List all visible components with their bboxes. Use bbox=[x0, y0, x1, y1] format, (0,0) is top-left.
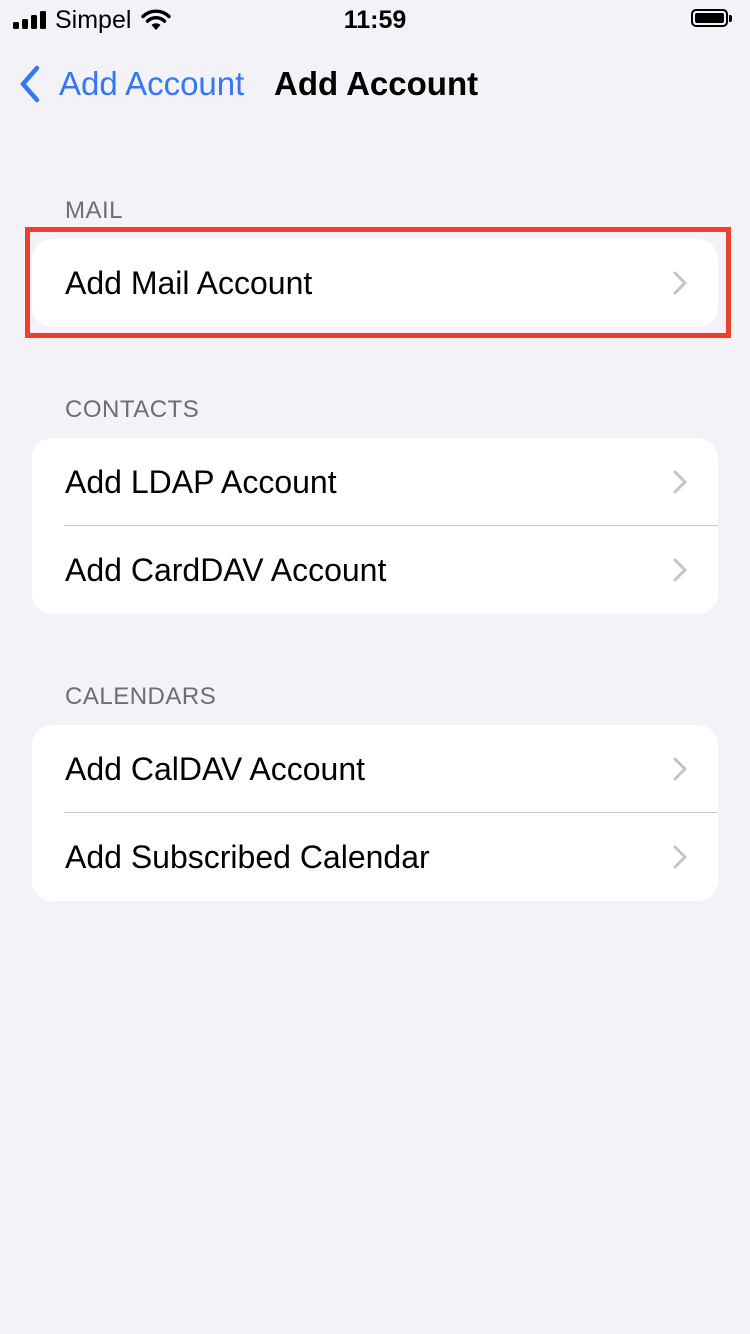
section-header-calendars: CALENDARS bbox=[65, 683, 217, 710]
mail-group: Add Mail Account bbox=[32, 239, 718, 327]
row-label: Add Mail Account bbox=[65, 265, 313, 301]
chevron-left-icon[interactable] bbox=[17, 64, 43, 104]
row-label: Add LDAP Account bbox=[65, 464, 337, 500]
status-bar: Simpel 11:59 bbox=[0, 0, 750, 40]
row-label: Add CardDAV Account bbox=[65, 552, 387, 588]
row-label: Add Subscribed Calendar bbox=[65, 839, 430, 875]
chevron-right-icon bbox=[673, 558, 687, 582]
battery-icon bbox=[691, 9, 733, 29]
add-carddav-account-row[interactable]: Add CardDAV Account bbox=[32, 526, 718, 614]
add-subscribed-calendar-row[interactable]: Add Subscribed Calendar bbox=[32, 813, 718, 901]
calendars-group: Add CalDAV Account Add Subscribed Calend… bbox=[32, 725, 718, 901]
add-mail-account-row[interactable]: Add Mail Account bbox=[32, 239, 718, 327]
section-header-contacts: CONTACTS bbox=[65, 396, 200, 423]
chevron-right-icon bbox=[673, 845, 687, 869]
row-label: Add CalDAV Account bbox=[65, 751, 366, 787]
add-caldav-account-row[interactable]: Add CalDAV Account bbox=[32, 725, 718, 813]
chevron-right-icon bbox=[673, 271, 687, 295]
navigation-bar: Add Account Add Account bbox=[0, 58, 750, 110]
chevron-right-icon bbox=[673, 470, 687, 494]
chevron-right-icon bbox=[673, 757, 687, 781]
page-title: Add Account bbox=[274, 65, 479, 102]
back-button[interactable]: Add Account bbox=[59, 66, 244, 102]
contacts-group: Add LDAP Account Add CardDAV Account bbox=[32, 438, 718, 614]
section-header-mail: MAIL bbox=[65, 197, 124, 224]
status-time: 11:59 bbox=[343, 6, 407, 34]
add-ldap-account-row[interactable]: Add LDAP Account bbox=[32, 438, 718, 526]
